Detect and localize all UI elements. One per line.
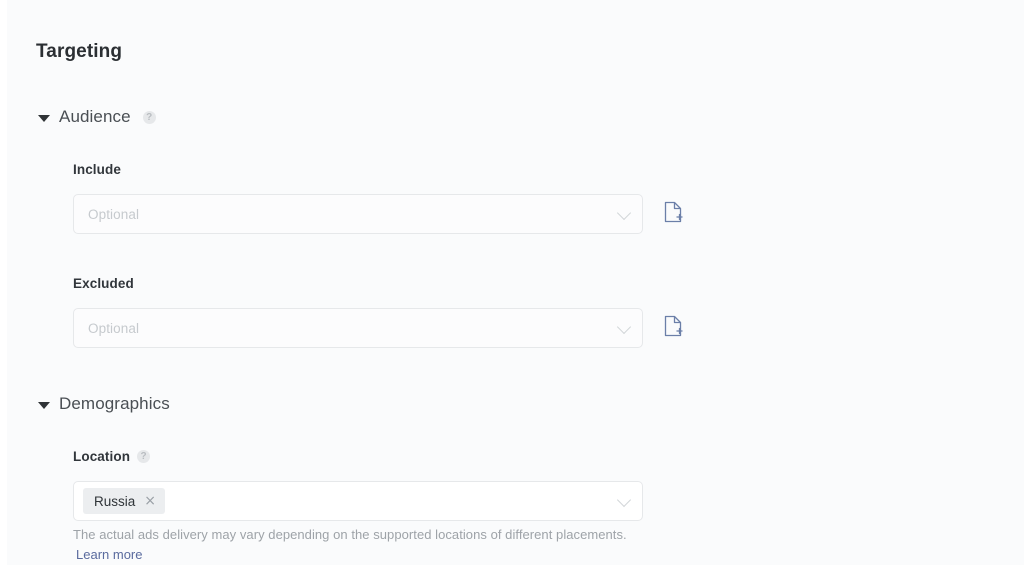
- chevron-down-icon: [616, 492, 632, 508]
- chip-label: Russia: [94, 493, 136, 509]
- section-header-demographics[interactable]: Demographics: [38, 394, 170, 414]
- chevron-down-icon: [616, 319, 632, 335]
- file-add-icon: [664, 201, 683, 223]
- include-select[interactable]: Optional: [73, 194, 643, 234]
- include-placeholder: Optional: [88, 206, 140, 222]
- caret-down-icon: [38, 114, 50, 122]
- excluded-add-file-button[interactable]: [662, 314, 684, 338]
- field-label-excluded: Excluded: [73, 276, 134, 291]
- excluded-label-text: Excluded: [73, 276, 134, 291]
- section-title-demographics: Demographics: [59, 394, 170, 413]
- location-label-text: Location: [73, 449, 131, 464]
- excluded-placeholder: Optional: [88, 320, 140, 336]
- excluded-select[interactable]: Optional: [73, 308, 643, 348]
- help-circle-icon[interactable]: ?: [142, 110, 156, 124]
- file-add-icon: [664, 315, 683, 337]
- chevron-down-icon: [616, 205, 632, 221]
- section-title-audience: Audience: [59, 107, 131, 126]
- include-add-file-button[interactable]: [662, 200, 684, 224]
- location-select[interactable]: Russia ×: [73, 481, 643, 521]
- targeting-panel: Targeting Audience ? Include Optional Ex…: [0, 0, 1024, 565]
- location-helper-text: The actual ads delivery may vary dependi…: [73, 527, 627, 542]
- help-circle-icon[interactable]: ?: [137, 450, 151, 463]
- section-header-audience[interactable]: Audience ?: [38, 107, 156, 127]
- learn-more-link[interactable]: Learn more: [76, 547, 142, 562]
- caret-down-icon: [38, 401, 50, 409]
- close-icon[interactable]: ×: [144, 494, 156, 508]
- page-title: Targeting: [36, 41, 123, 62]
- field-label-include: Include: [73, 162, 121, 177]
- location-chip-russia[interactable]: Russia ×: [83, 488, 165, 514]
- field-label-location: Location ?: [73, 449, 151, 464]
- include-label-text: Include: [73, 162, 121, 177]
